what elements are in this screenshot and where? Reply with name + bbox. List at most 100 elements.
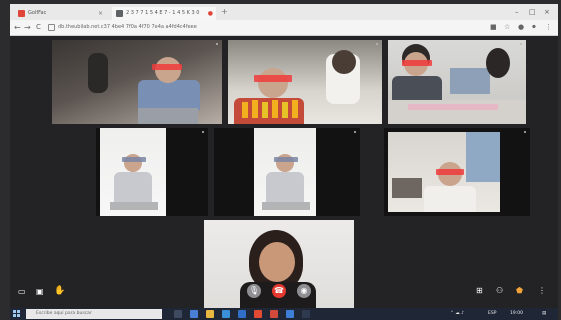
child-shirt [114,172,152,202]
browser-tab-1[interactable]: GolfFac × [14,7,106,20]
face-blur [122,157,146,162]
taskbar-search-input[interactable]: Escribe aquí para buscar [26,309,162,319]
file-explorer-icon[interactable] [206,310,214,318]
tile-menu-icon[interactable] [216,43,218,45]
tab-label: 2 3 7 7 1 5 4 E 7 - 1 4 5 K 3 0 [126,10,200,16]
new-tab-button[interactable]: + [221,7,228,17]
edge-icon[interactable] [190,310,198,318]
toy-block [252,100,258,118]
more-options-icon[interactable]: ⋮ [538,287,546,295]
adult-head [486,48,510,78]
adult-face [259,242,295,282]
video-tile-4[interactable] [96,128,208,216]
video-tile-2[interactable] [228,40,382,124]
raise-hand-icon[interactable]: ✋ [54,287,65,296]
task-view-icon[interactable] [174,310,182,318]
screen-share-icon[interactable]: ▣ [36,288,44,296]
toy-block [262,102,268,118]
tab-label: GolfFac [28,10,47,16]
profile-icon[interactable]: ⚫ [531,23,537,32]
office-icon[interactable] [254,310,262,318]
participants-icon[interactable]: ⚇ [496,287,503,295]
browser-tab-2[interactable]: 2 3 7 7 1 5 4 E 7 - 1 4 5 K 3 0 ● [112,7,216,20]
child-shirt [392,76,442,100]
mail-icon[interactable] [238,310,246,318]
table [110,202,158,210]
video-tile-6[interactable] [384,128,530,216]
face-blur [152,64,182,70]
adult-silhouette [88,53,108,93]
extensions-icon[interactable]: ● [518,23,524,32]
tile-menu-icon[interactable] [202,131,204,133]
toy-block [282,102,288,118]
notifications-icon[interactable]: ▤ [542,309,546,319]
address-bar[interactable]: db.theubilab.net.c37 4be4 7f0a 4f70 7e4a… [58,22,458,33]
face-blur [402,60,432,66]
child-shirt [266,172,304,202]
tray-clock[interactable]: 19:00 [510,309,523,319]
toy-stripe [408,104,498,110]
grid-view-icon[interactable]: ⊞ [476,287,483,295]
close-tab-icon[interactable]: ● [208,7,213,20]
video-tile-3[interactable] [388,40,526,124]
tray-language[interactable]: ESP [488,309,496,319]
participant-3-feed [388,40,526,124]
word-icon[interactable] [286,310,294,318]
participant-1-feed [52,40,222,124]
face-blur [254,75,292,82]
child-shirt [138,80,200,110]
maximize-button[interactable]: □ [529,7,536,17]
chrome-icon[interactable] [270,310,278,318]
face-blur [274,157,298,162]
tab-favicon-icon [116,10,123,17]
lock-icon [48,24,55,31]
toy-board [450,68,490,94]
star-icon[interactable]: ☆ [504,23,510,32]
chat-icon[interactable]: ▭ [18,288,26,296]
close-window-button[interactable]: × [544,7,550,17]
menu-icon[interactable]: ⋮ [545,23,552,32]
tile-menu-icon[interactable] [524,131,526,133]
system-tray-icons[interactable]: ⌃ ☁ ♪ [450,309,464,319]
tile-menu-icon[interactable] [376,43,378,45]
hang-up-button[interactable]: ☎ [272,284,286,298]
minimize-button[interactable]: – [515,7,519,17]
participant-4-feed [100,128,166,216]
windows-start-icon[interactable] [13,310,21,318]
participant-2-feed [228,40,382,124]
child-shirt [424,186,476,212]
participant-5-feed [254,128,316,216]
participant-6-feed [388,132,500,212]
reload-icon[interactable]: C [36,22,41,33]
child-head [258,68,288,98]
camera-permission-icon[interactable]: ■ [490,23,497,32]
forward-icon[interactable]: → [24,22,31,33]
shield-icon[interactable]: ⬟ [516,287,523,295]
face-blur [436,169,464,175]
toy-block [292,100,298,118]
browser-toolbar: ← → C db.theubilab.net.c37 4be4 7f0a 4f7… [10,20,558,36]
adult-head [332,50,356,74]
browser-tab-bar: GolfFac × 2 3 7 7 1 5 4 E 7 - 1 4 5 K 3 … [10,4,558,20]
tab-favicon-icon [18,10,25,17]
store-icon[interactable] [222,310,230,318]
table [262,202,310,210]
tile-menu-icon[interactable] [354,131,356,133]
windows-taskbar: Escribe aquí para buscar ⌃ ☁ ♪ ESP 19:00… [10,308,558,320]
close-tab-icon[interactable]: × [98,7,103,20]
video-meeting-stage: 2 3 6 7 7 E 1 4 5 A A/R K 3 E 3 E C 6 E … [10,36,558,308]
furniture [392,178,422,198]
table-toys [138,108,198,124]
teams-icon[interactable] [302,310,310,318]
camera-toggle-button[interactable]: ◉ [297,284,311,298]
tile-menu-icon[interactable] [520,43,522,45]
back-icon[interactable]: ← [14,22,21,33]
toy-block [272,100,278,118]
toy-block [242,102,248,118]
child-head [155,57,181,83]
video-tile-1[interactable] [52,40,222,124]
video-tile-5[interactable] [214,128,360,216]
video-tile-7[interactable]: 🎙 ☎ ◉ [204,220,354,308]
mic-toggle-button[interactable]: 🎙 [247,284,261,298]
window [466,132,500,182]
